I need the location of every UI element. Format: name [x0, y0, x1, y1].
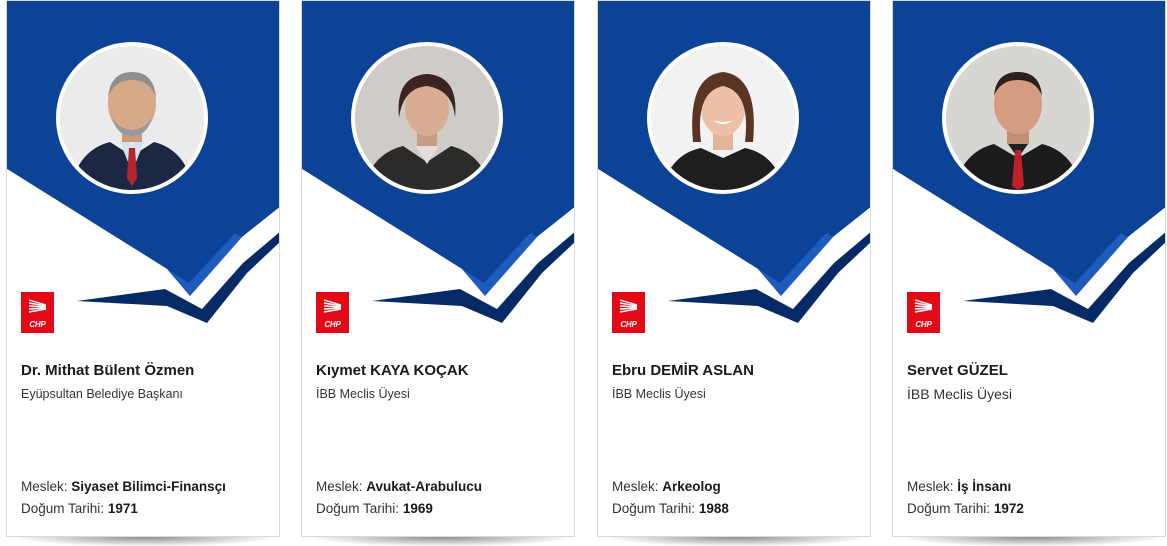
member-profession: Meslek: Arkeolog	[612, 479, 721, 494]
birth-date-label: Doğum Tarihi:	[907, 501, 991, 516]
party-logo: CHP	[907, 292, 940, 333]
member-photo	[647, 42, 799, 194]
party-logo-text: CHP	[324, 320, 341, 329]
member-role: İBB Meclis Üyesi	[612, 387, 706, 401]
birth-date-label: Doğum Tarihi:	[21, 501, 105, 516]
birth-date-label: Doğum Tarihi:	[612, 501, 696, 516]
profession-label: Meslek:	[316, 479, 363, 494]
member-birth-date: Doğum Tarihi: 1971	[21, 501, 138, 516]
member-name: Servet GÜZEL	[907, 362, 1008, 379]
profession-value: Siyaset Bilimci-Finansçı	[71, 479, 226, 494]
party-logo-text: CHP	[29, 320, 46, 329]
member-name: Kıymet KAYA KOÇAK	[316, 362, 469, 379]
member-photo	[351, 42, 503, 194]
member-role: İBB Meclis Üyesi	[316, 387, 410, 401]
member-profession: Meslek: Siyaset Bilimci-Finansçı	[21, 479, 226, 494]
profession-value: Arkeolog	[662, 479, 721, 494]
member-birth-date: Doğum Tarihi: 1969	[316, 501, 433, 516]
card-shadow	[20, 537, 270, 546]
profession-value: İş İnsanı	[957, 479, 1012, 494]
card-shadow	[612, 537, 862, 546]
party-logo: CHP	[612, 292, 645, 333]
six-arrows-icon	[619, 299, 638, 313]
birth-year-value: 1971	[107, 501, 138, 516]
member-photo	[56, 42, 208, 194]
member-profession: Meslek: İş İnsanı	[907, 479, 1011, 494]
party-logo: CHP	[21, 292, 54, 333]
member-card[interactable]: CHP Kıymet KAYA KOÇAK İBB Meclis Üyesi M…	[301, 0, 575, 537]
member-role: İBB Meclis Üyesi	[907, 386, 1013, 402]
member-birth-date: Doğum Tarihi: 1972	[907, 501, 1024, 516]
member-name: Ebru DEMİR ASLAN	[612, 362, 754, 379]
profession-value: Avukat-Arabulucu	[366, 479, 483, 494]
party-logo: CHP	[316, 292, 349, 333]
card-shadow	[316, 537, 566, 546]
member-name: Dr. Mithat Bülent Özmen	[21, 362, 195, 379]
six-arrows-icon	[323, 299, 342, 313]
member-birth-date: Doğum Tarihi: 1988	[612, 501, 729, 516]
member-role: Eyüpsultan Belediye Başkanı	[21, 387, 183, 401]
six-arrows-icon	[28, 299, 47, 313]
party-logo-text: CHP	[915, 320, 932, 329]
birth-year-value: 1969	[402, 501, 433, 516]
member-card[interactable]: CHP Dr. Mithat Bülent Özmen Eyüpsultan B…	[6, 0, 280, 537]
profession-label: Meslek:	[907, 479, 954, 494]
member-card[interactable]: CHP Servet GÜZEL İBB Meclis Üyesi Meslek…	[892, 0, 1166, 537]
member-profession: Meslek: Avukat-Arabulucu	[316, 479, 482, 494]
six-arrows-icon	[914, 299, 933, 313]
birth-year-value: 1988	[698, 501, 729, 516]
profession-label: Meslek:	[21, 479, 68, 494]
member-cards-page: CHP Dr. Mithat Bülent Özmen Eyüpsultan B…	[0, 0, 1167, 546]
party-logo-text: CHP	[620, 320, 637, 329]
birth-date-label: Doğum Tarihi:	[316, 501, 400, 516]
member-card[interactable]: CHP Ebru DEMİR ASLAN İBB Meclis Üyesi Me…	[597, 0, 871, 537]
profession-label: Meslek:	[612, 479, 659, 494]
member-photo	[942, 42, 1094, 194]
birth-year-value: 1972	[993, 501, 1024, 516]
card-shadow	[906, 537, 1156, 546]
